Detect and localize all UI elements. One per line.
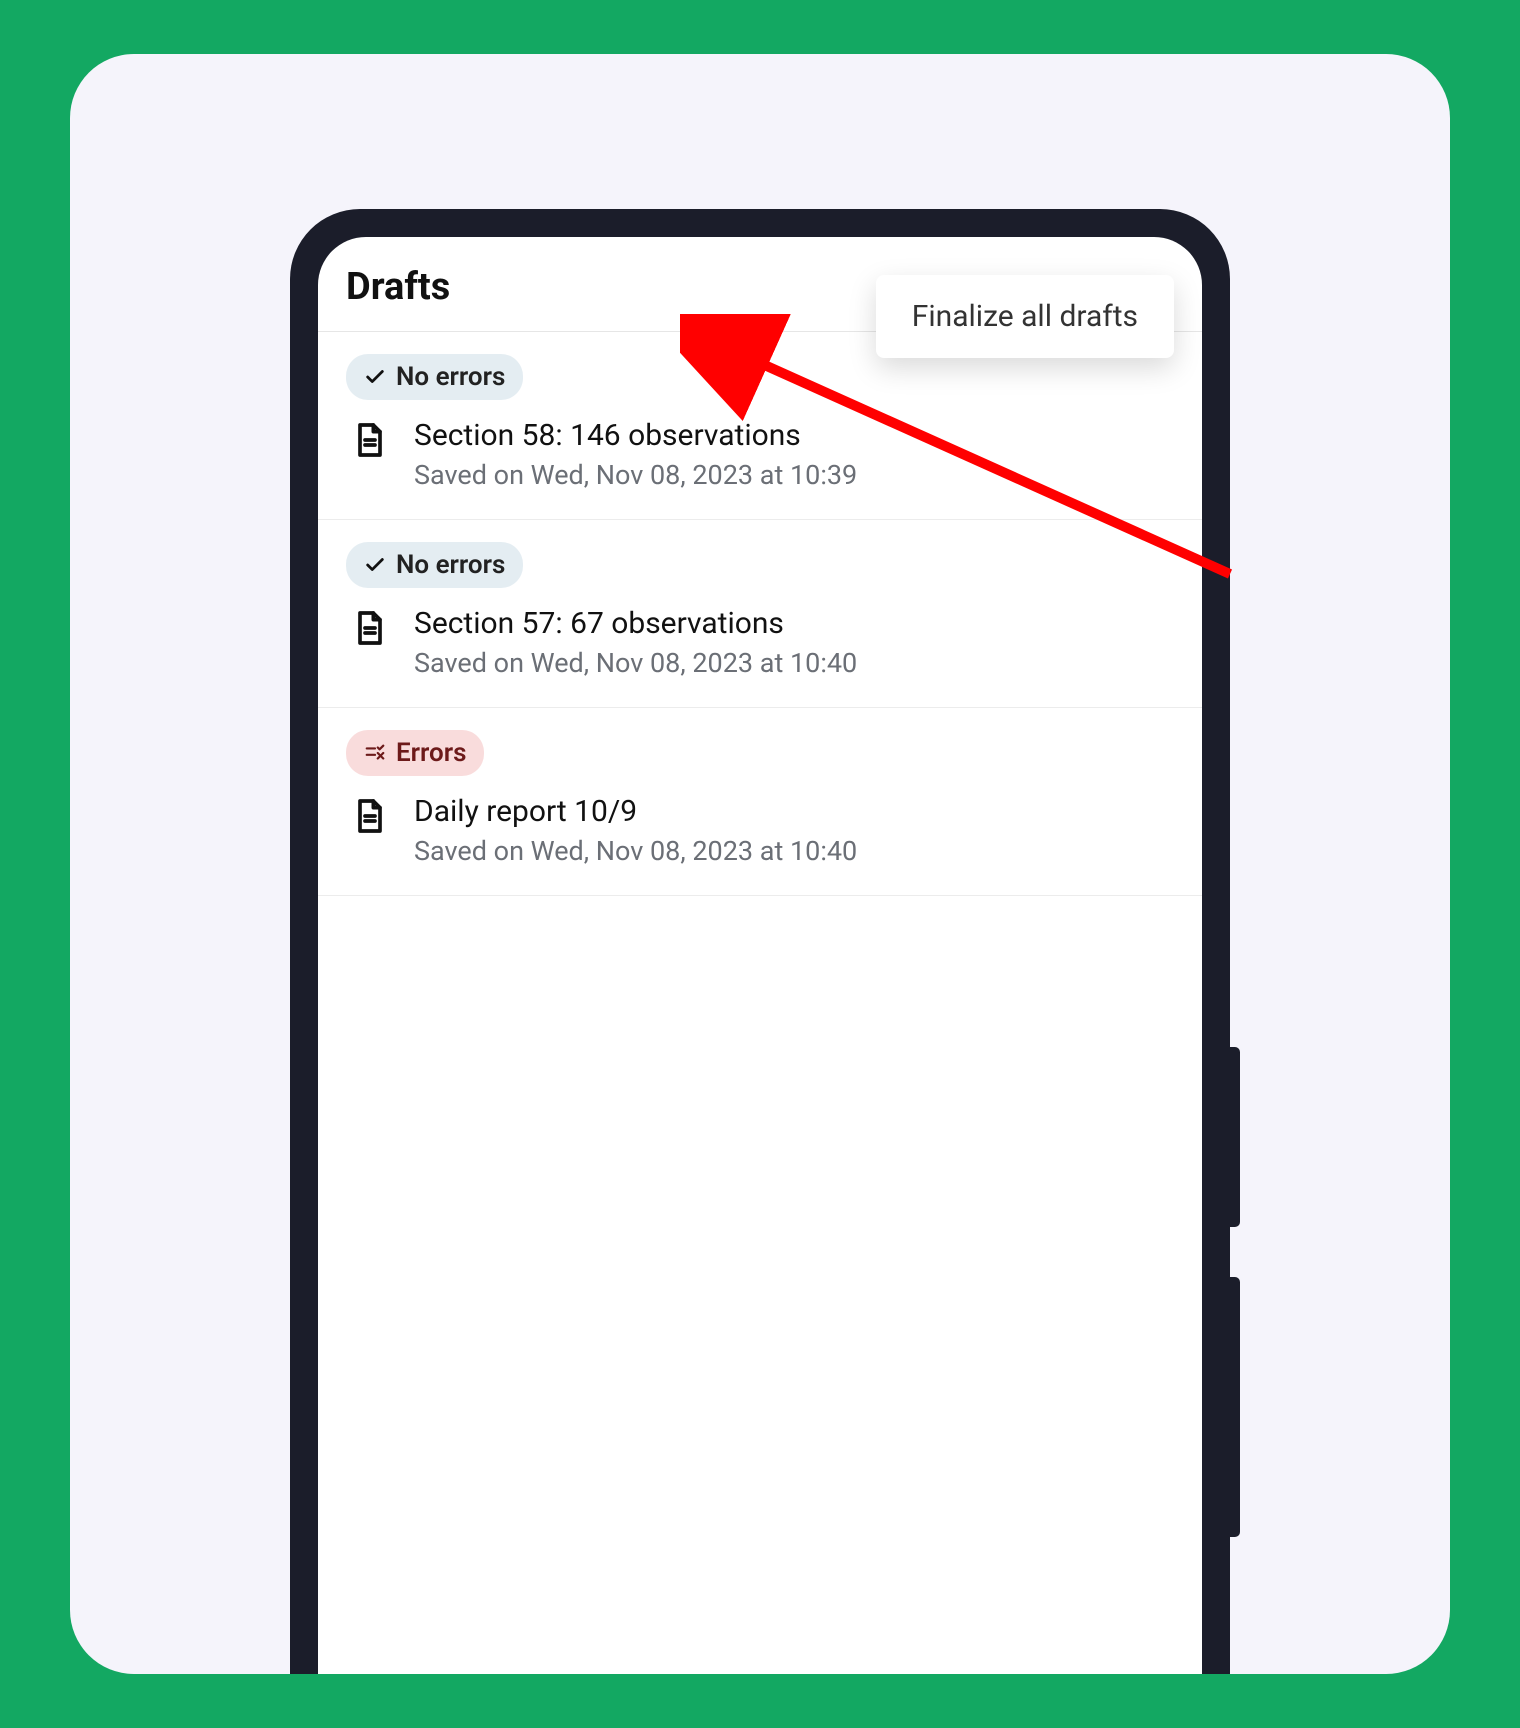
draft-item-title: Section 57: 67 observations: [414, 606, 1174, 641]
drafts-list: No errors: [318, 332, 1202, 896]
draft-item-title: Section 58: 146 observations: [414, 418, 1174, 453]
draft-item-row: Daily report 10/9 Saved on Wed, Nov 08, …: [346, 794, 1174, 867]
draft-item-saved: Saved on Wed, Nov 08, 2023 at 10:40: [414, 647, 1174, 679]
dropdown-menu[interactable]: Finalize all drafts: [876, 275, 1174, 358]
phone-frame: Drafts Finalize all drafts No errors: [290, 209, 1230, 1674]
draft-item-row: Section 57: 67 observations Saved on Wed…: [346, 606, 1174, 679]
draft-item-text: Section 58: 146 observations Saved on We…: [414, 418, 1174, 491]
document-icon: [350, 796, 390, 836]
status-badge-no-errors: No errors: [346, 354, 523, 400]
status-badge-label: Errors: [396, 738, 466, 768]
draft-item-text: Section 57: 67 observations Saved on Wed…: [414, 606, 1174, 679]
status-badge-label: No errors: [396, 362, 505, 392]
draft-item-text: Daily report 10/9 Saved on Wed, Nov 08, …: [414, 794, 1174, 867]
dropdown-item-finalize-all[interactable]: Finalize all drafts: [912, 299, 1138, 334]
check-icon: [364, 554, 386, 576]
draft-item-saved: Saved on Wed, Nov 08, 2023 at 10:39: [414, 459, 1174, 491]
draft-item-title: Daily report 10/9: [414, 794, 1174, 829]
draft-item-saved: Saved on Wed, Nov 08, 2023 at 10:40: [414, 835, 1174, 867]
document-icon: [350, 608, 390, 648]
phone-screen: Drafts Finalize all drafts No errors: [318, 237, 1202, 1674]
draft-item[interactable]: No errors: [318, 332, 1202, 520]
draft-item-row: Section 58: 146 observations Saved on We…: [346, 418, 1174, 491]
check-icon: [364, 366, 386, 388]
status-badge-no-errors: No errors: [346, 542, 523, 588]
status-badge-errors: Errors: [346, 730, 484, 776]
phone-side-button-2: [1230, 1277, 1240, 1537]
draft-item[interactable]: No errors: [318, 520, 1202, 708]
document-icon: [350, 420, 390, 460]
content-card: Drafts Finalize all drafts No errors: [70, 54, 1450, 1674]
rules-error-icon: [364, 742, 386, 764]
draft-item[interactable]: Errors: [318, 708, 1202, 896]
phone-side-button-1: [1230, 1047, 1240, 1227]
status-badge-label: No errors: [396, 550, 505, 580]
page-container: Drafts Finalize all drafts No errors: [0, 0, 1520, 1728]
